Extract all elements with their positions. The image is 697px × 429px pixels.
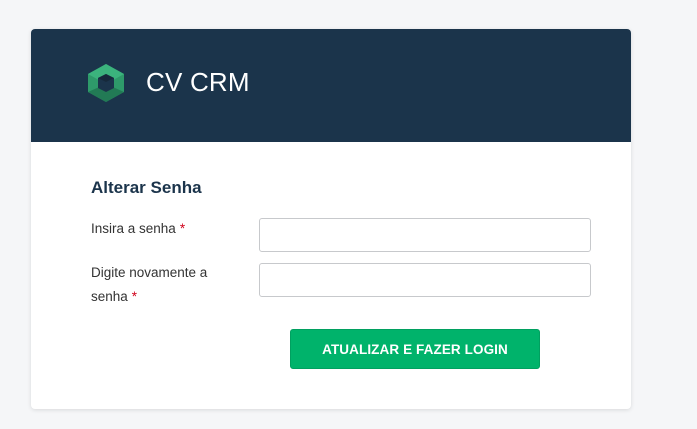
confirm-password-label: Digite novamente a senha *	[91, 261, 241, 309]
confirm-password-label-text: Digite novamente a senha	[91, 265, 208, 304]
card-header: CV CRM	[31, 29, 631, 142]
change-password-card: CV CRM Alterar Senha Insira a senha * Dig…	[31, 29, 631, 409]
password-label-text: Insira a senha	[91, 221, 176, 236]
cv-crm-logo-icon	[88, 64, 124, 102]
password-input[interactable]	[259, 218, 591, 252]
form-title: Alterar Senha	[91, 178, 202, 197]
confirm-password-input[interactable]	[259, 263, 591, 297]
required-mark: *	[179, 221, 186, 236]
brand-name: CV CRM	[146, 67, 250, 97]
required-mark: *	[131, 289, 138, 304]
password-label: Insira a senha *	[91, 217, 231, 241]
update-and-login-button[interactable]: ATUALIZAR E FAZER LOGIN	[290, 329, 540, 369]
